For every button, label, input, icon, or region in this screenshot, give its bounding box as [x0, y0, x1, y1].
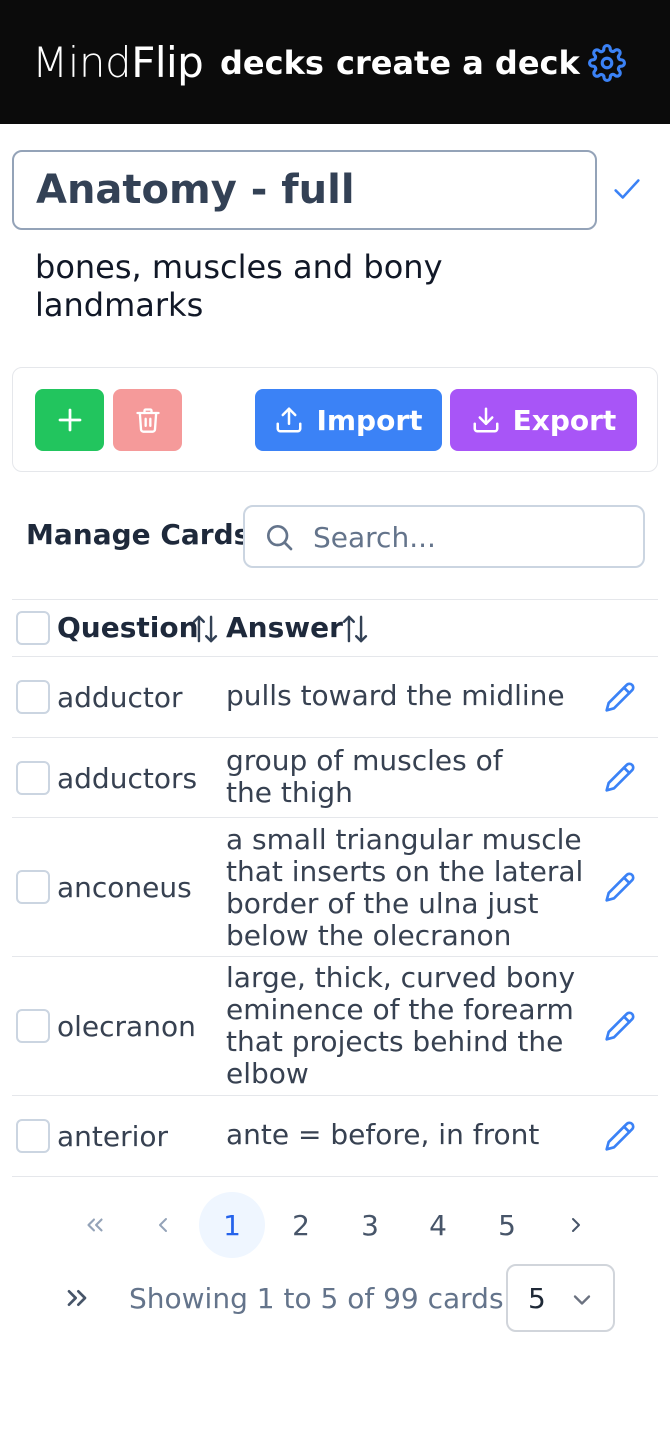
- page-button-2[interactable]: 2: [268, 1192, 334, 1258]
- answer-cell: pulls toward the midline: [226, 679, 565, 712]
- import-button-label: Import: [316, 403, 423, 437]
- search-input[interactable]: [313, 515, 633, 559]
- delete-cards-button[interactable]: [113, 389, 182, 451]
- navbar: MindFlip decks create a deck: [0, 0, 670, 124]
- trash-icon: [135, 408, 160, 433]
- per-page-value: 5: [528, 1282, 546, 1315]
- answer-cell: ante = before, in front: [226, 1118, 540, 1151]
- chevron-right-icon: [572, 1218, 580, 1232]
- prev-page-button[interactable]: [130, 1192, 196, 1258]
- deck-description[interactable]: bones, muscles and bony landmarks: [35, 248, 555, 324]
- export-button-label: Export: [512, 403, 617, 437]
- search-icon: [267, 525, 293, 551]
- header-answer[interactable]: Answer: [226, 611, 343, 644]
- edit-pencil-icon[interactable]: [604, 681, 636, 713]
- download-icon: [473, 407, 499, 433]
- deck-title-input[interactable]: [12, 150, 597, 230]
- row-divider: [12, 817, 658, 818]
- row-checkbox[interactable]: [16, 1119, 50, 1153]
- brand-part-1: Mind: [32, 38, 132, 87]
- chevron-left-icon: [159, 1218, 167, 1232]
- nav-link-decks[interactable]: decks: [220, 44, 324, 82]
- chevrons-left-icon: [87, 1218, 103, 1232]
- table-bottom-divider: [12, 1176, 658, 1177]
- gear-icon[interactable]: [588, 44, 626, 82]
- question-cell: anterior: [57, 1120, 169, 1153]
- per-page-select[interactable]: 5: [506, 1264, 615, 1332]
- question-cell: anconeus: [57, 871, 192, 904]
- sort-icon[interactable]: [190, 612, 220, 646]
- chevrons-right-icon[interactable]: [60, 1282, 94, 1314]
- question-cell: adductors: [57, 762, 198, 795]
- sort-icon[interactable]: [340, 612, 370, 646]
- brand-logo[interactable]: MindFlip: [32, 38, 204, 87]
- select-all-checkbox[interactable]: [16, 611, 50, 645]
- page-button-5[interactable]: 5: [474, 1192, 540, 1258]
- answer-cell: group of muscles of the thigh: [226, 744, 503, 809]
- nav-link-create-deck[interactable]: create a deck: [336, 44, 580, 82]
- chevron-down-icon: [573, 1295, 591, 1305]
- page-button-1[interactable]: 1: [199, 1192, 265, 1258]
- search-box[interactable]: [243, 505, 645, 568]
- row-divider: [12, 956, 658, 957]
- row-checkbox[interactable]: [16, 761, 50, 795]
- plus-icon: [58, 408, 81, 432]
- row-divider: [12, 737, 658, 738]
- row-divider: [12, 1095, 658, 1096]
- page-button-3[interactable]: 3: [337, 1192, 403, 1258]
- table-header-divider: [12, 656, 658, 657]
- question-cell: adductor: [57, 681, 183, 714]
- row-checkbox[interactable]: [16, 1009, 50, 1043]
- manage-cards-title: Manage Cards: [26, 518, 251, 551]
- header-question[interactable]: Question: [57, 611, 199, 644]
- brand-part-2: Flip: [131, 38, 204, 87]
- export-button[interactable]: Export: [450, 389, 637, 451]
- row-checkbox[interactable]: [16, 680, 50, 714]
- table-top-divider: [12, 599, 658, 600]
- add-card-button[interactable]: [35, 389, 104, 451]
- first-page-button[interactable]: [62, 1192, 128, 1258]
- check-icon[interactable]: [610, 172, 644, 206]
- question-cell: olecranon: [57, 1010, 196, 1043]
- card-toolbar: Import Export: [12, 367, 658, 472]
- row-checkbox[interactable]: [16, 870, 50, 904]
- edit-pencil-icon[interactable]: [604, 871, 636, 903]
- edit-pencil-icon[interactable]: [604, 1010, 636, 1042]
- answer-cell: large, thick, curved bony eminence of th…: [226, 961, 576, 1090]
- answer-cell: a small triangular muscle that inserts o…: [226, 823, 584, 952]
- upload-icon: [276, 407, 302, 433]
- next-page-button[interactable]: [543, 1192, 609, 1258]
- pagination-summary: Showing 1 to 5 of 99 cards: [129, 1282, 504, 1315]
- import-button[interactable]: Import: [255, 389, 442, 451]
- edit-pencil-icon[interactable]: [604, 761, 636, 793]
- page-button-4[interactable]: 4: [405, 1192, 471, 1258]
- edit-pencil-icon[interactable]: [604, 1120, 636, 1152]
